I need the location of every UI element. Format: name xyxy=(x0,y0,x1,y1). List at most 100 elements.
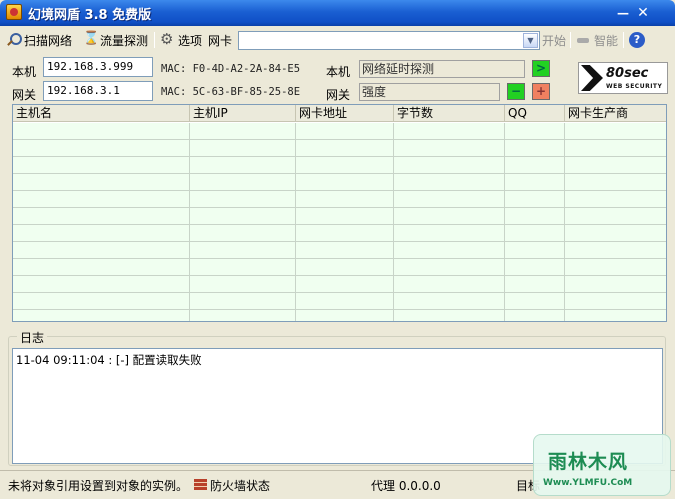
table-cell xyxy=(13,259,190,275)
table-row[interactable] xyxy=(13,225,666,242)
table-cell xyxy=(505,276,565,292)
start-button[interactable]: 开始 xyxy=(542,30,566,50)
table-cell xyxy=(565,174,666,190)
table-cell xyxy=(296,123,394,139)
table-cell xyxy=(394,225,505,241)
table-cell xyxy=(13,225,190,241)
table-cell xyxy=(565,157,666,173)
table-cell xyxy=(394,123,505,139)
table-cell xyxy=(505,293,565,309)
table-cell xyxy=(13,293,190,309)
smart-button[interactable]: 智能 xyxy=(576,30,618,50)
log-line: 11-04 09:11:04 : [-] 配置读取失败 xyxy=(16,353,202,367)
table-cell xyxy=(190,140,296,156)
table-cell xyxy=(565,293,666,309)
table-cell xyxy=(190,259,296,275)
table-cell xyxy=(13,242,190,258)
table-cell xyxy=(13,140,190,156)
go-button[interactable]: > xyxy=(532,60,550,77)
hourglass-icon xyxy=(82,31,99,48)
vendor-logo: 80sec WEB SECURITY xyxy=(578,62,668,94)
table-row[interactable] xyxy=(13,157,666,174)
watermark-text: 雨林木风 xyxy=(548,451,629,473)
table-cell xyxy=(394,174,505,190)
table-cell xyxy=(296,242,394,258)
scan-network-label: 扫描网络 xyxy=(24,33,73,48)
table-row[interactable] xyxy=(13,242,666,259)
nic-select[interactable]: ▼ xyxy=(238,31,540,50)
site-watermark: 雨林木风 Www.YLMFU.CoM xyxy=(533,434,671,496)
traffic-sniff-label: 流量探测 xyxy=(100,33,149,48)
table-row[interactable] xyxy=(13,276,666,293)
table-cell xyxy=(296,208,394,224)
dropdown-arrow-icon[interactable]: ▼ xyxy=(523,33,538,48)
table-cell xyxy=(394,293,505,309)
col-hostname[interactable]: 主机名 xyxy=(13,105,190,122)
col-bytes[interactable]: 字节数 xyxy=(394,105,505,122)
local-mac: MAC: F0-4D-A2-2A-84-E5 xyxy=(161,63,301,75)
table-cell xyxy=(296,276,394,292)
table-row[interactable] xyxy=(13,174,666,191)
logo-mark-icon xyxy=(581,65,603,91)
table-cell xyxy=(296,140,394,156)
table-cell xyxy=(565,259,666,275)
firewall-icon[interactable] xyxy=(193,476,209,492)
help-icon: ? xyxy=(629,32,645,48)
table-cell xyxy=(13,276,190,292)
table-row[interactable] xyxy=(13,310,666,321)
options-button[interactable]: 选项 xyxy=(160,30,202,50)
table-row[interactable] xyxy=(13,208,666,225)
nic-label: 网卡 xyxy=(208,33,233,48)
col-host-ip[interactable]: 主机IP xyxy=(190,105,296,122)
local-ip-field[interactable]: 192.168.3.999 xyxy=(43,57,153,77)
firewall-status[interactable]: 防火墙状态 xyxy=(210,477,270,494)
col-qq[interactable]: QQ xyxy=(505,105,565,122)
table-cell xyxy=(565,123,666,139)
table-cell xyxy=(505,242,565,258)
table-row[interactable] xyxy=(13,191,666,208)
magic-wand-icon xyxy=(576,32,592,48)
local-label: 本机 xyxy=(12,65,37,79)
table-cell xyxy=(13,310,190,321)
table-cell xyxy=(296,293,394,309)
table-cell xyxy=(565,140,666,156)
table-cell xyxy=(394,191,505,207)
gateway-mac: MAC: 5C-63-BF-85-25-8E xyxy=(161,86,301,98)
title-bar[interactable]: 幻境网盾 3.8 免费版 — ✕ xyxy=(0,0,675,26)
increase-button[interactable]: + xyxy=(532,83,550,100)
table-row[interactable] xyxy=(13,123,666,140)
table-cell xyxy=(190,293,296,309)
table-cell xyxy=(565,208,666,224)
watermark-url: Www.YLMFU.CoM xyxy=(543,478,633,488)
table-cell xyxy=(394,310,505,321)
host-table[interactable]: 主机名 主机IP 网卡地址 字节数 QQ 网卡生产商 xyxy=(12,104,667,322)
help-button[interactable]: ? xyxy=(629,30,645,50)
col-vendor[interactable]: 网卡生产商 xyxy=(565,105,666,122)
table-cell xyxy=(13,123,190,139)
table-cell xyxy=(565,225,666,241)
strength-field: 强度 xyxy=(359,83,500,101)
table-cell xyxy=(190,242,296,258)
table-cell xyxy=(13,208,190,224)
logo-text: 80sec xyxy=(606,66,649,81)
toolbar-divider xyxy=(623,32,624,48)
col-mac-address[interactable]: 网卡地址 xyxy=(296,105,394,122)
traffic-sniff-button[interactable]: 流量探测 xyxy=(82,30,148,50)
table-cell xyxy=(394,259,505,275)
table-cell xyxy=(296,174,394,190)
table-row[interactable] xyxy=(13,259,666,276)
scan-network-button[interactable]: 扫描网络 xyxy=(6,30,72,50)
decrease-button[interactable]: − xyxy=(507,83,525,100)
gear-icon xyxy=(160,30,176,48)
minimize-button[interactable]: — xyxy=(614,4,632,22)
table-row[interactable] xyxy=(13,140,666,157)
table-cell xyxy=(13,191,190,207)
close-button[interactable]: ✕ xyxy=(634,4,652,22)
table-cell xyxy=(394,157,505,173)
table-header: 主机名 主机IP 网卡地址 字节数 QQ 网卡生产商 xyxy=(13,105,666,122)
table-row[interactable] xyxy=(13,293,666,310)
smart-label: 智能 xyxy=(594,33,619,48)
gateway-ip-field[interactable]: 192.168.3.1 xyxy=(43,81,153,101)
table-cell xyxy=(296,157,394,173)
table-cell xyxy=(190,276,296,292)
